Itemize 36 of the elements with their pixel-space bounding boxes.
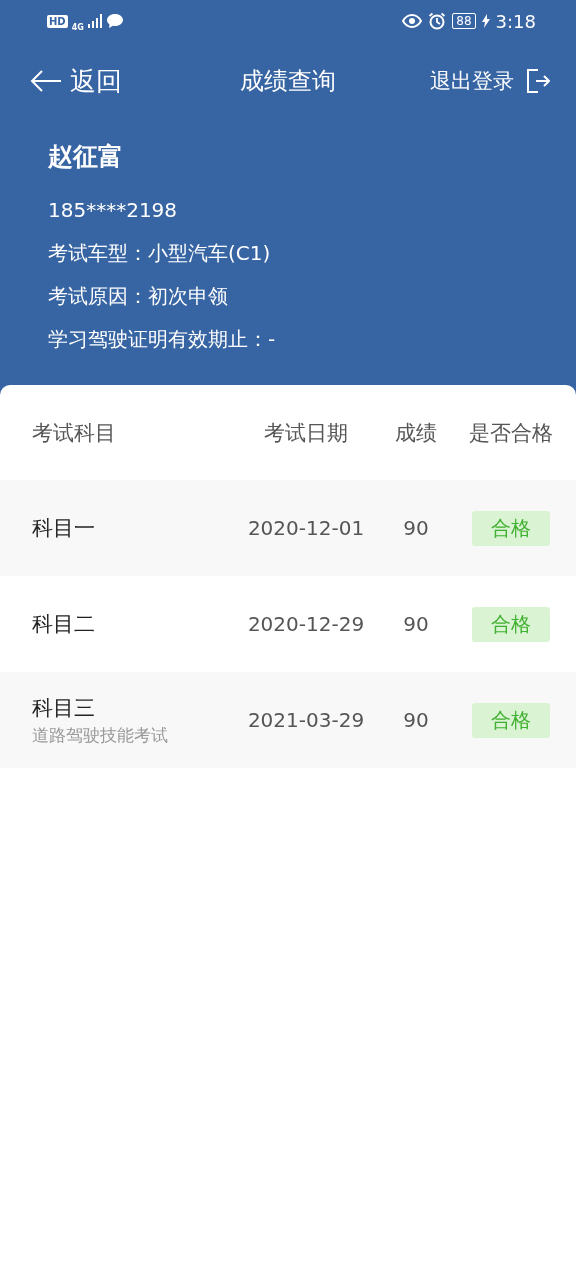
column-header: 成绩 [394,419,438,447]
charging-bolt-icon [481,14,490,28]
page-title: 成绩查询 [240,66,336,97]
subject-note: 道路驾驶技能考试 [32,723,169,747]
network-label: 4G [71,22,84,32]
info-line: 学习驾驶证明有效期止：- [48,326,277,353]
exam-date: 2020-12-29 [246,612,366,636]
result-badge: 合格 [472,510,550,546]
logout-button[interactable]: 退出登录 [430,67,550,95]
alarm-clock-icon [428,12,447,30]
subject-name: 科目三 [32,694,96,722]
back-arrow-icon [30,69,62,93]
exam-date: 2020-12-01 [246,516,366,540]
driver-name: 赵征富 [48,141,124,173]
chat-bubble-icon [105,13,124,29]
result-badge: 合格 [472,702,550,738]
hd-badge: HD [47,14,68,28]
result-badge: 合格 [472,606,550,642]
column-header: 考试科目 [32,419,117,447]
signal-icon [87,14,102,28]
exam-date: 2021-03-29 [246,708,366,732]
info-line: 考试原因：初次申领 [48,283,229,310]
exam-score: 90 [402,516,430,540]
exam-score: 90 [402,708,430,732]
subject-name: 科目一 [32,515,96,542]
subject-name: 科目二 [32,611,96,638]
column-header: 是否合格 [468,419,554,447]
column-header: 考试日期 [263,419,349,447]
logout-icon [526,69,550,93]
info-line: 考试车型：小型汽车(C1) [48,240,272,267]
battery-indicator: 88 [452,13,476,29]
clock-time: 3:18 [495,10,536,32]
exam-score: 90 [402,612,430,636]
eye-icon [402,14,423,28]
back-button[interactable]: 返回 [30,63,122,99]
phone-number: 185****2198 [48,197,179,224]
